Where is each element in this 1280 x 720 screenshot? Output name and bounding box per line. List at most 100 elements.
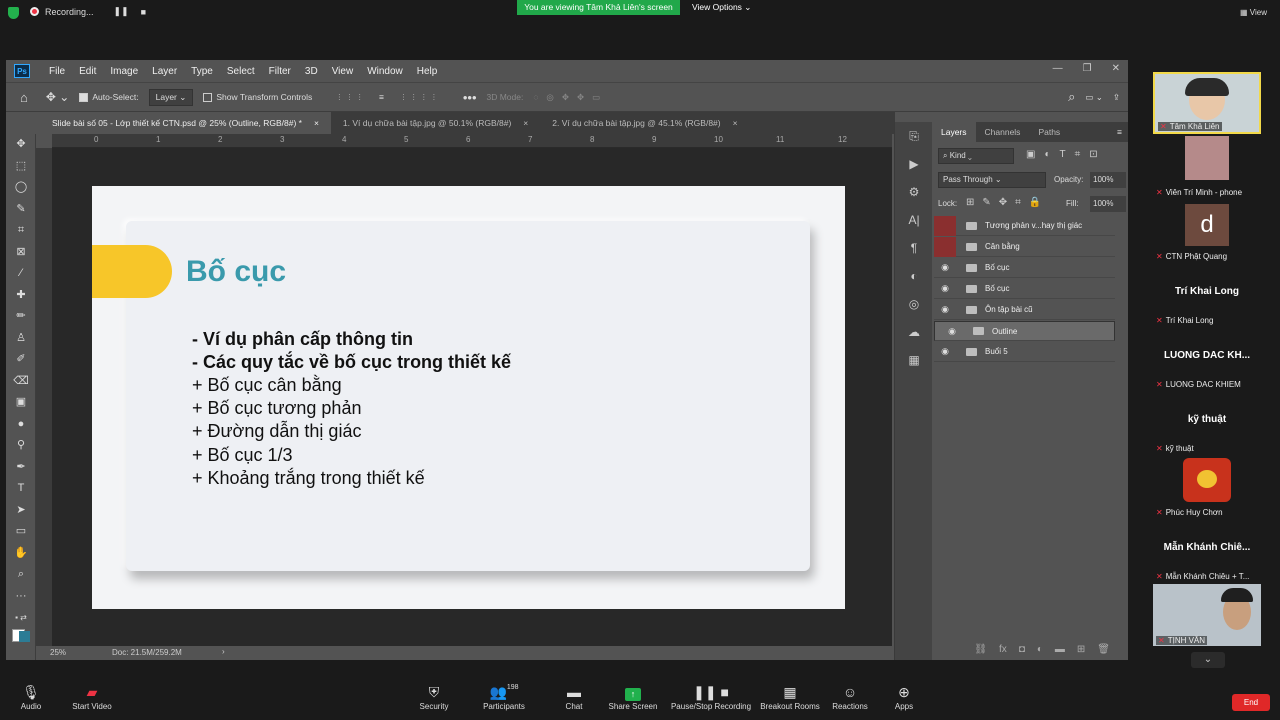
more-icon[interactable]: ••• — [463, 90, 477, 105]
libraries-icon[interactable]: ☁ — [895, 318, 933, 346]
blend-mode-select[interactable]: Pass Through ⌄ — [938, 172, 1046, 188]
share-icon[interactable]: ⇪ — [1113, 92, 1120, 103]
menu-edit[interactable]: Edit — [72, 66, 103, 77]
layer-row[interactable]: ◉ Ôn tập bài cũ — [934, 300, 1115, 320]
chat-button[interactable]: ▬ Chat — [556, 684, 592, 711]
blur-tool-icon[interactable]: ● — [6, 414, 36, 436]
color-icon[interactable]: ◐ — [895, 262, 933, 290]
start-video-button[interactable]: ▰ Start Video — [70, 684, 114, 711]
chevron-right-icon[interactable]: › — [222, 647, 225, 656]
participant-tile[interactable]: d ✕ CTN Phật Quang — [1153, 200, 1261, 262]
swatches-icon[interactable]: ◎ — [895, 290, 933, 318]
eye-icon[interactable]: ◉ — [934, 346, 956, 357]
swap-colors-icon[interactable]: ▪ ⇄ — [6, 607, 36, 629]
security-button[interactable]: ⛨ Security — [414, 684, 454, 711]
close-tab-icon[interactable]: × — [314, 118, 319, 128]
audio-button[interactable]: 🎙 Audio — [14, 684, 48, 711]
gradient-tool-icon[interactable]: ▣ — [6, 392, 36, 414]
mask-icon[interactable]: ◘ — [1019, 644, 1025, 655]
brush-tool-icon[interactable]: ✏ — [6, 306, 36, 328]
menu-file[interactable]: File — [42, 66, 72, 77]
lasso-tool-icon[interactable]: ◯ — [6, 177, 36, 199]
character-icon[interactable]: A| — [895, 206, 933, 234]
panel-menu-icon[interactable]: ≡ — [1117, 122, 1128, 142]
stamp-tool-icon[interactable]: ♙ — [6, 328, 36, 350]
share-screen-button[interactable]: ↑ Share Screen — [606, 684, 660, 711]
participant-tile[interactable]: ✕ Viên Trí Minh - phone — [1153, 136, 1261, 198]
tab-vidu-2[interactable]: 2. Ví dụ chữa bài tập.jpg @ 45.1% (RGB/8… — [540, 112, 749, 134]
link-icon[interactable]: ⛓ — [974, 644, 987, 655]
participants-button[interactable]: 👥198 Participants — [480, 684, 528, 711]
frame-tool-icon[interactable]: ⊠ — [6, 242, 36, 264]
grid-panel-icon[interactable]: ▦ — [895, 346, 933, 374]
pause-recording-button[interactable]: ❚❚ ■ Pause/Stop Recording — [668, 684, 754, 711]
color-swatches[interactable] — [6, 628, 36, 655]
layer-row[interactable]: Tương phản v...hay thị giác — [934, 215, 1115, 236]
layer-row-selected[interactable]: ◉ Outline — [934, 321, 1115, 341]
participant-tile[interactable]: Mẫn Khánh Chiê... ✕ Mẫn Khánh Chiêu + T..… — [1153, 520, 1261, 582]
eye-icon[interactable]: ◉ — [934, 283, 956, 294]
quick-select-tool-icon[interactable]: ✎ — [6, 199, 36, 221]
layer-row[interactable]: ◉ Buổi 5 — [934, 342, 1115, 362]
menu-filter[interactable]: Filter — [262, 66, 298, 77]
show-transform-checkbox[interactable]: Show Transform Controls — [203, 92, 312, 103]
layer-select[interactable]: Layer ⌄ — [148, 88, 194, 106]
trash-icon[interactable]: 🗑 — [1097, 644, 1110, 655]
tab-paths[interactable]: Paths — [1029, 122, 1069, 142]
more-tools-icon[interactable]: ··· — [6, 586, 36, 608]
eraser-tool-icon[interactable]: ⌫ — [6, 371, 36, 393]
participant-tile[interactable]: kỹ thuật ✕ kỹ thuật — [1153, 392, 1261, 454]
group-icon[interactable]: ▬ — [1055, 644, 1065, 655]
layer-row[interactable]: ◉ Bố cục — [934, 279, 1115, 299]
healing-tool-icon[interactable]: ✚ — [6, 285, 36, 307]
home-icon[interactable]: ⌂ — [20, 90, 28, 105]
menu-help[interactable]: Help — [410, 66, 445, 77]
hand-tool-icon[interactable]: ✋ — [6, 543, 36, 565]
view-options-button[interactable]: View Options ⌄ — [692, 0, 751, 15]
pause-icon[interactable]: ❚❚ — [114, 6, 129, 17]
history-icon[interactable]: ⎘ — [895, 122, 933, 150]
eyedropper-tool-icon[interactable]: ⁄ — [6, 263, 36, 285]
menu-window[interactable]: Window — [360, 66, 410, 77]
kind-filter[interactable]: ⌕ Kind ⌄ — [938, 148, 1014, 164]
auto-select-checkbox[interactable]: Auto-Select: — [79, 92, 139, 103]
move-tool-icon[interactable]: ✥ ⌄ — [46, 90, 69, 104]
lock-icons[interactable]: ⊞✎✥⌗🔒 — [966, 197, 1049, 208]
reactions-button[interactable]: ☺ Reactions — [828, 684, 872, 711]
menu-3d[interactable]: 3D — [298, 66, 325, 77]
filter-icons[interactable]: ▣◐T⌗⊡ — [1026, 149, 1107, 160]
minimize-icon[interactable]: — — [1053, 63, 1063, 74]
history-brush-icon[interactable]: ✐ — [6, 349, 36, 371]
menu-select[interactable]: Select — [220, 66, 262, 77]
search-icon[interactable]: ⌕ — [1068, 89, 1075, 105]
path-select-tool-icon[interactable]: ➤ — [6, 500, 36, 522]
breakout-rooms-button[interactable]: ▦ Breakout Rooms — [758, 684, 822, 711]
eye-icon[interactable]: ◉ — [934, 262, 956, 273]
marquee-tool-icon[interactable]: ⬚ — [6, 156, 36, 178]
type-tool-icon[interactable]: T — [6, 478, 36, 500]
layer-row[interactable]: ◉ Bố cục — [934, 258, 1115, 278]
participant-tile[interactable]: ✕ TỊNH VĂN — [1153, 584, 1261, 646]
participant-tile[interactable]: ✕ Phúc Huy Chơn — [1153, 456, 1261, 518]
eye-icon[interactable]: ◉ — [934, 304, 956, 315]
paragraph-icon[interactable]: ¶ — [895, 234, 933, 262]
participant-tile[interactable]: ✕ Tâm Khả Liên — [1153, 72, 1261, 134]
tab-vidu-1[interactable]: 1. Ví dụ chữa bài tập.jpg @ 50.1% (RGB/8… — [331, 112, 540, 134]
dodge-tool-icon[interactable]: ⚲ — [6, 435, 36, 457]
rectangle-tool-icon[interactable]: ▭ — [6, 521, 36, 543]
close-tab-icon[interactable]: × — [523, 118, 528, 128]
pen-tool-icon[interactable]: ✒ — [6, 457, 36, 479]
end-meeting-button[interactable]: End — [1232, 694, 1270, 711]
participant-tile[interactable]: LUONG DAC KH... ✕ LUONG DAC KHIEM — [1153, 328, 1261, 390]
layer-row[interactable]: Cân bằng — [934, 236, 1115, 257]
move-tool-icon[interactable]: ✥ — [6, 134, 36, 156]
crop-tool-icon[interactable]: ⌗ — [6, 220, 36, 242]
workspace-icon[interactable]: ▭ ⌄ — [1085, 92, 1103, 103]
scroll-down-icon[interactable]: ⌄ — [1191, 652, 1225, 668]
view-button[interactable]: ▦ View — [1240, 8, 1267, 17]
play-icon[interactable]: ▶ — [895, 150, 933, 178]
fx-icon[interactable]: fx — [999, 644, 1007, 655]
new-layer-icon[interactable]: ⊞ — [1077, 644, 1085, 655]
close-icon[interactable]: ✕ — [1112, 63, 1120, 74]
close-tab-icon[interactable]: × — [733, 118, 738, 128]
